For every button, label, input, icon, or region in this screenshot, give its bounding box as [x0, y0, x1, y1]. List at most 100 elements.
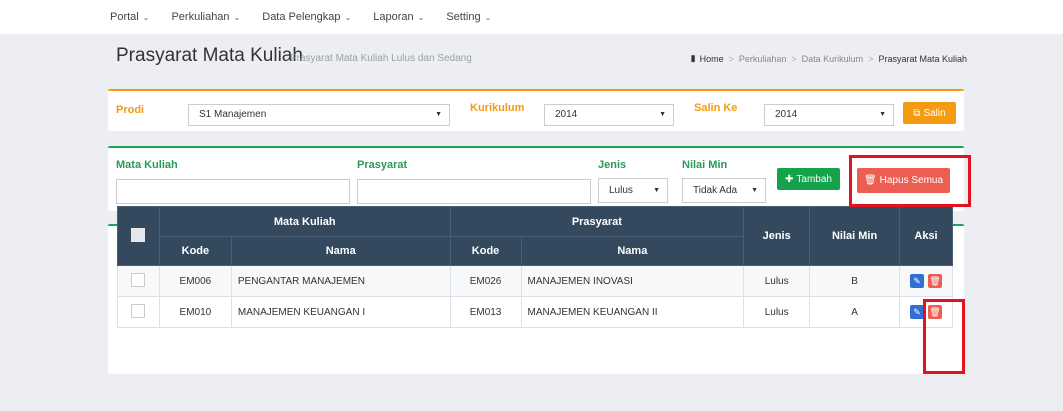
delete-button[interactable]: 🗑 — [928, 305, 942, 319]
prasyarat-table: Mata Kuliah Prasyarat Jenis Nilai Min Ak… — [117, 206, 953, 328]
caret-down-icon: ▼ — [653, 187, 660, 194]
th-prasyarat: Prasyarat — [449, 206, 745, 237]
page-subtitle: Prasyarat Mata Kuliah Lulus dan Sedang — [290, 53, 472, 64]
pr-nama-cell: MANAJEMEN INOVASI — [520, 265, 745, 297]
jenis-label: Jenis — [598, 159, 627, 171]
row-select-cell — [117, 265, 160, 297]
nav-data-pelengkap[interactable]: Data Pelengkap ⌄ — [262, 11, 351, 23]
jenis-cell: Lulus — [743, 265, 811, 297]
th-pr-nama: Nama — [520, 236, 745, 266]
th-mata-kuliah: Mata Kuliah — [158, 206, 451, 237]
salin-button-label: Salin — [923, 107, 946, 119]
breadcrumb-data-kurikulum[interactable]: Data Kurikulum — [802, 54, 864, 64]
mata-kuliah-label: Mata Kuliah — [116, 159, 178, 171]
trash-icon: 🗑 — [929, 276, 941, 286]
row-select-cell — [117, 296, 160, 328]
filter-panel: Prodi S1 Manajemen ▼ Kurikulum 2014 ▼ Sa… — [108, 89, 964, 131]
breadcrumb: ▮ Home > Perkuliahan > Data Kurikulum > … — [691, 53, 967, 64]
add-prasyarat-panel: Mata Kuliah Prasyarat Jenis Lulus ▼ Nila… — [108, 146, 964, 211]
jenis-selected-value: Lulus — [609, 185, 633, 196]
pr-kode-cell: EM026 — [449, 265, 522, 297]
row-checkbox[interactable] — [131, 272, 146, 287]
tambah-button[interactable]: ✚ Tambah — [777, 168, 840, 190]
chevron-down-icon: ⌄ — [142, 12, 150, 22]
prodi-selected-value: S1 Manajemen — [199, 109, 267, 120]
nav-item-label: Setting — [446, 11, 481, 23]
nav-item-label: Portal — [110, 11, 139, 23]
mk-nama-cell: MANAJEMEN KEUANGAN I — [230, 296, 451, 328]
nav-laporan[interactable]: Laporan ⌄ — [373, 11, 424, 23]
delete-button[interactable]: 🗑 — [928, 274, 942, 288]
pencil-icon: ✎ — [913, 307, 921, 317]
prodi-select[interactable]: S1 Manajemen ▼ — [188, 104, 450, 126]
chevron-down-icon: ⌄ — [417, 12, 425, 22]
kurikulum-selected-value: 2014 — [555, 109, 578, 120]
breadcrumb-home[interactable]: Home — [700, 54, 724, 64]
salin-ke-select[interactable]: 2014 ▼ — [764, 104, 894, 126]
salin-ke-label: Salin Ke — [694, 102, 738, 114]
row-checkbox[interactable] — [131, 303, 146, 318]
mata-kuliah-input[interactable] — [116, 179, 350, 204]
prasyarat-label: Prasyarat — [357, 159, 408, 171]
aksi-cell: ✎ 🗑 — [899, 296, 953, 328]
chevron-down-icon: ⌄ — [233, 12, 241, 22]
breadcrumb-perkuliahan[interactable]: Perkuliahan — [739, 54, 787, 64]
th-nilai-min: Nilai Min — [809, 206, 900, 266]
hapus-semua-button-label: Hapus Semua — [879, 175, 944, 186]
jenis-select[interactable]: Lulus ▼ — [598, 178, 668, 203]
page-title: Prasyarat Mata Kuliah — [116, 45, 303, 66]
caret-down-icon: ▼ — [879, 111, 886, 118]
mk-kode-cell: EM006 — [158, 265, 232, 297]
copy-icon: ⧉ — [913, 107, 921, 119]
nav-perkuliahan[interactable]: Perkuliahan ⌄ — [171, 11, 240, 23]
jenis-cell: Lulus — [743, 296, 811, 328]
breadcrumb-separator: > — [791, 53, 797, 64]
th-mk-kode: Kode — [158, 236, 232, 266]
nav-item-label: Perkuliahan — [171, 11, 230, 23]
mk-nama-cell: PENGANTAR MANAJEMEN — [230, 265, 451, 297]
caret-down-icon: ▼ — [435, 111, 442, 118]
caret-down-icon: ▼ — [751, 187, 758, 194]
mk-kode-cell: EM010 — [158, 296, 232, 328]
nilai-min-selected-value: Tidak Ada — [693, 185, 738, 196]
salin-ke-selected-value: 2014 — [775, 109, 798, 120]
breadcrumb-separator: > — [868, 53, 874, 64]
breadcrumb-current: Prasyarat Mata Kuliah — [878, 53, 967, 64]
select-all-cell — [117, 206, 160, 266]
th-mk-nama: Nama — [230, 236, 451, 266]
salin-button[interactable]: ⧉ Salin — [903, 102, 956, 124]
trash-icon: 🗑 — [863, 175, 877, 186]
chevron-down-icon: ⌄ — [344, 12, 352, 22]
nav-setting[interactable]: Setting ⌄ — [446, 11, 491, 23]
th-jenis: Jenis — [743, 206, 811, 266]
nilai-min-cell: B — [809, 265, 900, 297]
nilai-min-select[interactable]: Tidak Ada ▼ — [682, 178, 766, 203]
nilai-min-cell: A — [809, 296, 900, 328]
pr-nama-cell: MANAJEMEN KEUANGAN II — [520, 296, 745, 328]
table-row: EM010 MANAJEMEN KEUANGAN I EM013 MANAJEM… — [117, 296, 953, 328]
breadcrumb-separator: > — [728, 53, 734, 64]
pencil-icon: ✎ — [913, 276, 921, 286]
edit-button[interactable]: ✎ — [910, 274, 924, 288]
caret-down-icon: ▼ — [659, 111, 666, 118]
nav-item-label: Laporan — [373, 11, 414, 23]
th-aksi: Aksi — [899, 206, 953, 266]
trash-icon: 🗑 — [929, 307, 941, 317]
kurikulum-label: Kurikulum — [470, 102, 525, 114]
chevron-down-icon: ⌄ — [484, 12, 492, 22]
kurikulum-select[interactable]: 2014 ▼ — [544, 104, 674, 126]
select-all-checkbox[interactable] — [131, 227, 146, 242]
aksi-cell: ✎ 🗑 — [899, 265, 953, 297]
edit-button[interactable]: ✎ — [910, 305, 924, 319]
nav-portal[interactable]: Portal ⌄ — [110, 11, 149, 23]
hapus-semua-button[interactable]: 🗑 Hapus Semua — [857, 168, 950, 193]
prodi-label: Prodi — [116, 104, 145, 116]
plus-icon: ✚ — [785, 173, 794, 185]
nav-item-label: Data Pelengkap — [262, 11, 341, 23]
th-pr-kode: Kode — [449, 236, 522, 266]
prasyarat-input[interactable] — [357, 179, 591, 204]
nilai-min-label: Nilai Min — [682, 159, 728, 171]
top-navbar: Portal ⌄ Perkuliahan ⌄ Data Pelengkap ⌄ … — [0, 0, 1063, 34]
book-icon: ▮ — [690, 53, 696, 63]
pr-kode-cell: EM013 — [449, 296, 522, 328]
